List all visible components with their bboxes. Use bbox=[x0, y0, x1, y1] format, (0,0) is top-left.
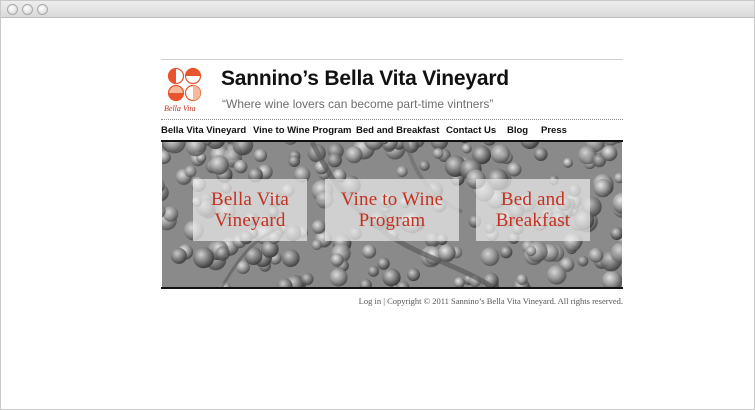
logo-circles-icon: Bella Vita bbox=[164, 67, 202, 113]
minimize-window-button[interactable] bbox=[22, 4, 33, 15]
window-titlebar bbox=[1, 1, 754, 18]
login-link[interactable]: Log in bbox=[359, 296, 381, 306]
site-logo[interactable]: Bella Vita bbox=[161, 66, 209, 114]
hero-bottom-divider bbox=[161, 287, 623, 289]
card-bed-and-breakfast[interactable]: Bed and Breakfast bbox=[476, 179, 590, 241]
hero-banner: Bella Vita Vineyard Vine to Wine Program… bbox=[162, 142, 622, 287]
site-tagline: “Where wine lovers can become part-time … bbox=[222, 97, 494, 111]
zoom-window-button[interactable] bbox=[37, 4, 48, 15]
card-bella-vita-vineyard[interactable]: Bella Vita Vineyard bbox=[193, 179, 307, 241]
card-line: Program bbox=[358, 210, 426, 231]
card-line: Vineyard bbox=[214, 210, 286, 231]
browser-window: Bella Vita Sannino’s Bella Vita Vineyard… bbox=[0, 0, 755, 410]
close-window-button[interactable] bbox=[7, 4, 18, 15]
site-footer: Log in | Copyright © 2011 Sannino’s Bell… bbox=[359, 296, 623, 306]
header-dotted-divider bbox=[161, 119, 623, 120]
card-line: Vine to Wine bbox=[340, 189, 444, 210]
nav-bed-and-breakfast[interactable]: Bed and Breakfast bbox=[356, 125, 439, 136]
nav-press[interactable]: Press bbox=[541, 125, 567, 136]
site-title[interactable]: Sannino’s Bella Vita Vineyard bbox=[221, 67, 509, 91]
nav-vine-to-wine-program[interactable]: Vine to Wine Program bbox=[253, 125, 351, 136]
nav-contact-us[interactable]: Contact Us bbox=[446, 125, 496, 136]
card-line: Bed and bbox=[500, 189, 566, 210]
footer-separator: | bbox=[383, 296, 385, 306]
logo-script-text: Bella Vita bbox=[164, 104, 196, 113]
card-line: Bella Vita bbox=[210, 189, 290, 210]
nav-blog[interactable]: Blog bbox=[507, 125, 528, 136]
main-nav: Bella Vita Vineyard Vine to Wine Program… bbox=[161, 125, 623, 139]
card-vine-to-wine-program[interactable]: Vine to Wine Program bbox=[325, 179, 459, 241]
nav-bella-vita-vineyard[interactable]: Bella Vita Vineyard bbox=[161, 125, 246, 136]
card-line: Breakfast bbox=[495, 210, 571, 231]
footer-copyright: Copyright © 2011 Sannino’s Bella Vita Vi… bbox=[387, 296, 623, 306]
header-top-divider bbox=[161, 59, 623, 60]
